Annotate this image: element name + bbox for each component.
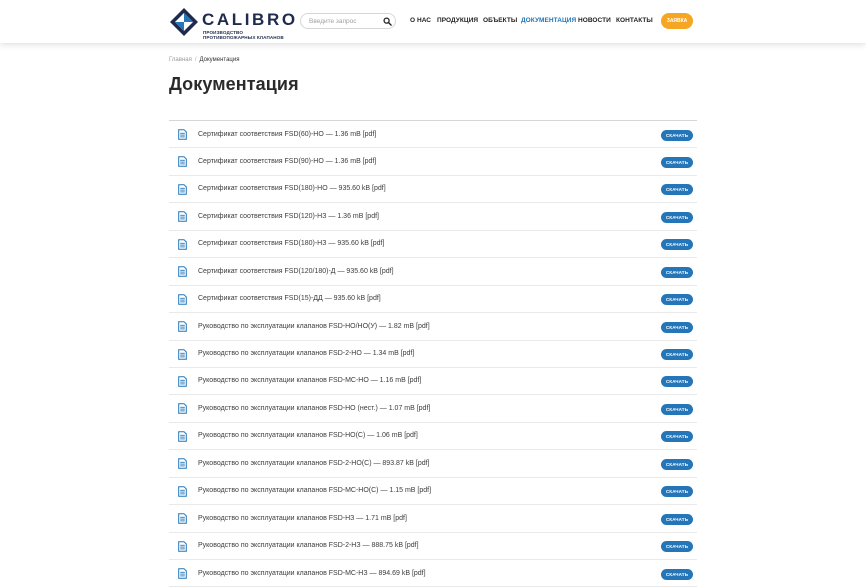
download-button[interactable]: СКАЧАТЬ	[661, 568, 693, 580]
document-link[interactable]: Сертификат соответствия FSD(120/180)-Д —…	[198, 268, 394, 275]
document-icon	[178, 238, 187, 250]
document-icon	[178, 540, 187, 552]
document-icon	[178, 321, 187, 332]
document-icon	[178, 376, 187, 387]
logo-diamond-icon	[170, 8, 198, 36]
download-button[interactable]: СКАЧАТЬ	[661, 541, 693, 553]
document-row: Руководство по эксплуатации клапанов FSD…	[169, 368, 697, 396]
document-link[interactable]: Руководство по эксплуатации клапанов FSD…	[198, 515, 407, 522]
document-row: Сертификат соответствия FSD(180)-НО — 93…	[169, 176, 697, 204]
document-icon	[178, 184, 187, 195]
document-icon	[178, 211, 187, 223]
document-icon	[178, 129, 187, 140]
download-button[interactable]: СКАЧАТЬ	[661, 403, 693, 415]
page-title: Документация	[169, 74, 299, 94]
document-link[interactable]: Руководство по эксплуатации клапанов FSD…	[198, 487, 431, 494]
document-link[interactable]: Руководство по эксплуатации клапанов FSD…	[198, 350, 414, 357]
document-icon	[178, 403, 187, 415]
brand-name: CALIBRO	[202, 10, 298, 29]
document-link[interactable]: Руководство по эксплуатации клапанов FSD…	[198, 460, 430, 467]
request-button[interactable]: ЗАЯВКА	[661, 13, 693, 29]
document-link[interactable]: Руководство по эксплуатации клапанов FSD…	[198, 432, 418, 439]
download-button[interactable]: СКАЧАТЬ	[661, 376, 693, 388]
nav-item-objects[interactable]: ОБЪЕКТЫ	[483, 17, 517, 24]
document-list: Сертификат соответствия FSD(60)-НО — 1.3…	[169, 120, 697, 587]
download-button[interactable]: СКАЧАТЬ	[661, 211, 693, 223]
download-button[interactable]: СКАЧАТЬ	[661, 321, 693, 333]
document-link[interactable]: Сертификат соответствия FSD(180)-НЗ — 93…	[198, 240, 384, 247]
document-link[interactable]: Сертификат соответствия FSD(90)-НО — 1.3…	[198, 158, 376, 165]
download-button[interactable]: СКАЧАТЬ	[661, 431, 693, 443]
document-icon	[178, 485, 187, 497]
nav-item-about[interactable]: О НАС	[410, 17, 431, 24]
breadcrumb-separator: /	[194, 57, 197, 63]
download-button[interactable]: СКАЧАТЬ	[661, 486, 693, 498]
download-button[interactable]: СКАЧАТЬ	[661, 184, 693, 196]
document-row: Сертификат соответствия FSD(120)-НЗ — 1.…	[169, 203, 697, 231]
document-icon	[178, 266, 187, 277]
document-icon	[178, 431, 187, 442]
document-row: Руководство по эксплуатации клапанов FSD…	[169, 478, 697, 506]
document-link[interactable]: Руководство по эксплуатации клапанов FSD…	[198, 405, 430, 412]
document-icon	[178, 156, 187, 168]
document-row: Руководство по эксплуатации клапанов FSD…	[169, 313, 697, 341]
document-icon	[178, 348, 187, 360]
download-button[interactable]: СКАЧАТЬ	[661, 266, 693, 278]
document-row: Руководство по эксплуатации клапанов FSD…	[169, 533, 697, 560]
document-link[interactable]: Сертификат соответствия FSD(15)-ДД — 935…	[198, 295, 381, 302]
brand-tagline: ПРОИЗВОДСТВО ПРОТИВОПОЖАРНЫХ КЛАПАНОВ	[203, 30, 284, 41]
document-icon	[178, 458, 187, 470]
document-row: Сертификат соответствия FSD(15)-ДД — 935…	[169, 286, 697, 314]
document-link[interactable]: Руководство по эксплуатации клапанов FSD…	[198, 323, 430, 330]
document-row: Сертификат соответствия FSD(90)-НО — 1.3…	[169, 148, 697, 176]
document-link[interactable]: Сертификат соответствия FSD(180)-НО — 93…	[198, 185, 386, 192]
document-row: Руководство по эксплуатации клапанов FSD…	[169, 423, 697, 451]
brand-logo[interactable]: CALIBRO ПРОИЗВОДСТВО ПРОТИВОПОЖАРНЫХ КЛА…	[169, 7, 295, 41]
document-row: Сертификат соответствия FSD(180)-НЗ — 93…	[169, 231, 697, 259]
document-link[interactable]: Руководство по эксплуатации клапанов FSD…	[198, 570, 426, 577]
document-row: Руководство по эксплуатации клапанов FSD…	[169, 395, 697, 423]
search-box	[300, 13, 396, 29]
breadcrumb-current: Документация	[199, 57, 240, 63]
download-button[interactable]: СКАЧАТЬ	[661, 349, 693, 360]
site-header: CALIBRO ПРОИЗВОДСТВО ПРОТИВОПОЖАРНЫХ КЛА…	[0, 0, 866, 43]
document-link[interactable]: Руководство по эксплуатации клапанов FSD…	[198, 377, 421, 384]
breadcrumb: Главная / Документация	[169, 57, 239, 63]
search-input[interactable]	[309, 16, 379, 27]
download-button[interactable]: СКАЧАТЬ	[661, 294, 693, 306]
document-row: Руководство по эксплуатации клапанов FSD…	[169, 560, 697, 587]
download-button[interactable]: СКАЧАТЬ	[661, 239, 693, 251]
document-link[interactable]: Руководство по эксплуатации клапанов FSD…	[198, 542, 419, 549]
download-button[interactable]: СКАЧАТЬ	[661, 513, 693, 525]
document-link[interactable]: Сертификат соответствия FSD(120)-НЗ — 1.…	[198, 213, 379, 220]
document-row: Руководство по эксплуатации клапанов FSD…	[169, 450, 697, 478]
nav-item-documentation[interactable]: ДОКУМЕНТАЦИЯ	[521, 17, 576, 24]
nav-item-news[interactable]: НОВОСТИ	[578, 17, 611, 24]
document-icon	[178, 293, 187, 305]
nav-item-contacts[interactable]: КОНТАКТЫ	[616, 17, 653, 24]
download-button[interactable]: СКАЧАТЬ	[661, 129, 693, 141]
document-row: Руководство по эксплуатации клапанов FSD…	[169, 341, 697, 368]
document-row: Сертификат соответствия FSD(60)-НО — 1.3…	[169, 121, 697, 149]
document-link[interactable]: Сертификат соответствия FSD(60)-НО — 1.3…	[198, 131, 376, 138]
document-row: Руководство по эксплуатации клапанов FSD…	[169, 505, 697, 533]
search-icon[interactable]	[383, 17, 392, 26]
download-button[interactable]: СКАЧАТЬ	[661, 458, 693, 470]
download-button[interactable]: СКАЧАТЬ	[661, 156, 693, 168]
document-icon	[178, 568, 187, 579]
breadcrumb-home-link[interactable]: Главная	[169, 57, 192, 63]
nav-item-products[interactable]: ПРОДУКЦИЯ	[437, 17, 478, 24]
document-row: Сертификат соответствия FSD(120/180)-Д —…	[169, 258, 697, 286]
document-icon	[178, 513, 187, 524]
